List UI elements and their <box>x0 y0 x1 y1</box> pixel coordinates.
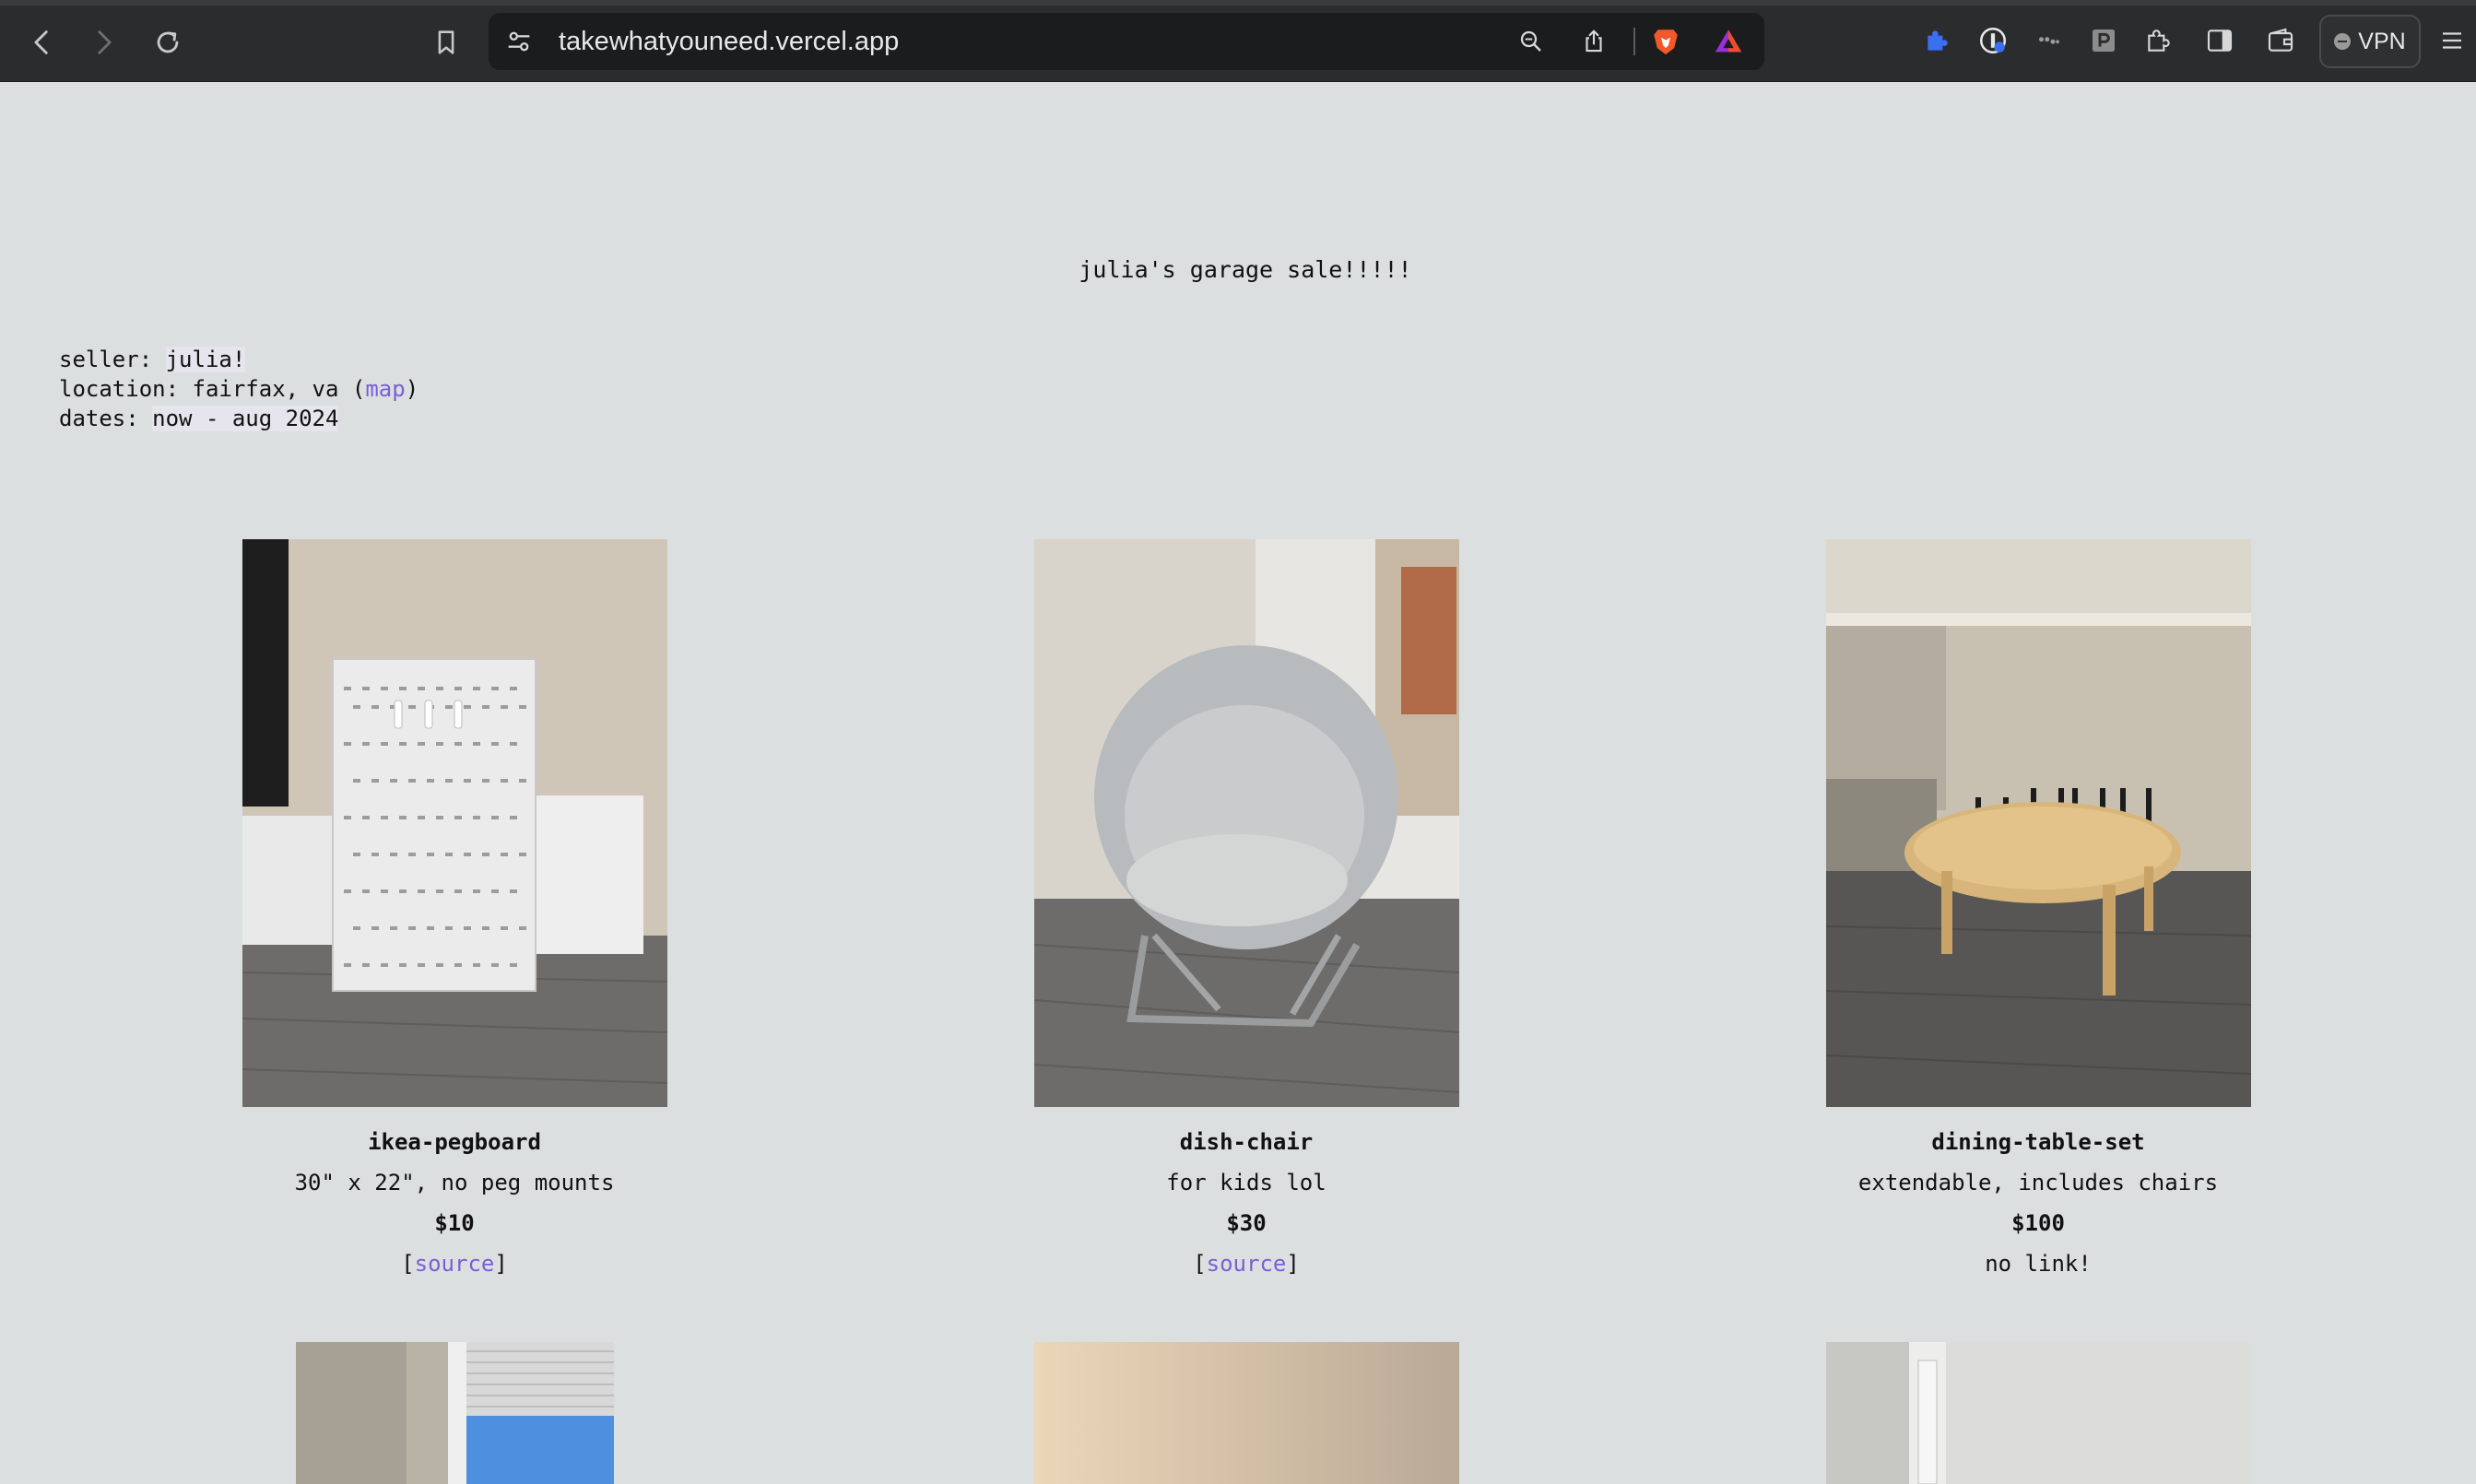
site-settings-icon[interactable] <box>503 26 535 57</box>
item-card-ikea-pegboard: ikea-pegboard 30" x 22", no peg mounts $… <box>169 539 740 1278</box>
bracket-open: [ <box>1193 1251 1207 1277</box>
seller-label: seller: <box>59 347 166 372</box>
bracket-close: ] <box>494 1251 508 1277</box>
item-link-line: [source] <box>961 1249 1532 1278</box>
back-button[interactable] <box>20 20 65 65</box>
seller-value: julia! <box>165 347 246 372</box>
item-photo-dish-chair[interactable] <box>1033 539 1459 1107</box>
url-text[interactable]: takewhatyouneed.vercel.app <box>559 26 899 57</box>
location-line: location: fairfax, va (map) <box>59 374 419 404</box>
map-link[interactable]: map <box>365 376 405 402</box>
item-link-line: [source] <box>169 1249 740 1278</box>
extension-puzzle-button[interactable] <box>1919 22 1956 59</box>
item-photo-row2-wall[interactable] <box>1034 1342 1459 1484</box>
item-name: dining-table-set <box>1931 1129 2145 1155</box>
wallet-button[interactable] <box>2262 22 2299 59</box>
dates-value: now - aug 2024 <box>152 406 339 431</box>
address-bar[interactable]: takewhatyouneed.vercel.app <box>489 13 1764 70</box>
zoom-icon <box>1520 30 1541 52</box>
extension-dots-button[interactable] <box>2030 22 2067 59</box>
vpn-status-icon <box>2334 33 2352 50</box>
location-close: ) <box>405 376 419 402</box>
item-photo-row2-room[interactable] <box>1826 1342 2251 1484</box>
url-separator <box>1633 28 1635 55</box>
item-photo-dining-table[interactable] <box>1825 539 2251 1107</box>
extension-p-icon <box>2093 29 2115 52</box>
wallet-icon <box>2268 28 2293 52</box>
extension-puzzle-icon <box>1928 30 1948 51</box>
share-button[interactable] <box>1576 24 1611 59</box>
source-link[interactable]: source <box>415 1251 495 1277</box>
extensions-button[interactable] <box>2140 22 2177 59</box>
item-description: extendable, includes chairs <box>1857 1170 2219 1195</box>
menu-icon <box>2443 32 2461 49</box>
back-icon <box>34 30 48 54</box>
item-card-dining-table-set: dining-table-set extendable, includes ch… <box>1752 539 2324 1278</box>
location-label: location: fairfax, va ( <box>59 376 366 402</box>
brave-rewards-icon <box>1715 29 1742 53</box>
browser-toolbar: takewhatyouneed.vercel.app VPN <box>0 0 2476 82</box>
item-name: ikea-pegboard <box>368 1129 541 1155</box>
page-title: julia's garage sale!!!!! <box>1079 256 1412 283</box>
sale-info: seller: julia! location: fairfax, va (ma… <box>59 345 419 433</box>
vpn-label: VPN <box>2358 28 2406 54</box>
extensions-icon <box>2148 29 2170 52</box>
item-price: $10 <box>434 1210 475 1236</box>
extension-dots-icon <box>2039 37 2059 44</box>
share-icon <box>1586 29 1602 53</box>
reload-button[interactable] <box>146 20 190 65</box>
brave-shields-button[interactable] <box>1648 24 1683 59</box>
brave-shields-icon <box>1654 29 1678 55</box>
item-name: dish-chair <box>1179 1129 1314 1155</box>
vpn-button[interactable]: VPN <box>2319 15 2421 68</box>
item-price: $100 <box>2011 1210 2065 1236</box>
bracket-close: ] <box>1286 1251 1300 1277</box>
seller-line: seller: julia! <box>59 345 419 374</box>
bracket-open: [ <box>401 1251 415 1277</box>
password-manager-icon <box>1979 27 2007 54</box>
bookmark-button[interactable] <box>424 20 468 65</box>
dates-line: dates: now - aug 2024 <box>59 404 419 433</box>
password-manager-button[interactable] <box>1975 22 2011 59</box>
dates-label: dates: <box>59 406 153 431</box>
forward-button[interactable] <box>81 20 125 65</box>
tab-strip-edge <box>0 0 2476 6</box>
extension-p-button[interactable] <box>2085 22 2122 59</box>
item-photo-row2-window[interactable] <box>296 1342 614 1484</box>
item-price: $30 <box>1226 1210 1267 1236</box>
sidebar-icon <box>2207 29 2233 52</box>
item-photo-pegboard[interactable] <box>242 539 667 1107</box>
menu-button[interactable] <box>2434 22 2470 59</box>
brave-rewards-button[interactable] <box>1711 24 1746 59</box>
forward-icon <box>98 30 112 54</box>
source-link[interactable]: source <box>1207 1251 1287 1277</box>
item-no-link: no link! <box>1985 1251 2092 1277</box>
bookmark-icon <box>438 30 454 54</box>
item-description: for kids lol <box>1166 1170 1326 1195</box>
reload-icon <box>157 31 179 53</box>
sidebar-button[interactable] <box>2201 22 2238 59</box>
item-card-dish-chair: dish-chair for kids lol $30 [source] <box>961 539 1532 1278</box>
zoom-button[interactable] <box>1514 24 1549 59</box>
item-description: 30" x 22", no peg mounts <box>294 1170 615 1195</box>
